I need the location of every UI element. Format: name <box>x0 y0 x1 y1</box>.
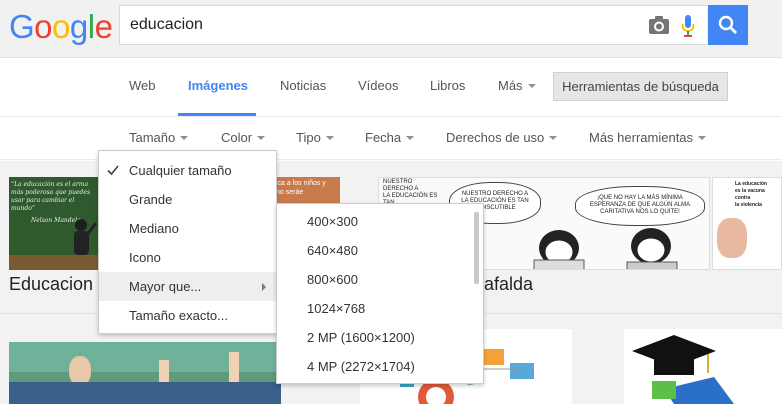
chevron-down-icon <box>549 136 558 140</box>
quote-line: mundo” <box>11 205 35 212</box>
logo-letter: G <box>9 8 35 45</box>
search-header: Google <box>0 0 782 58</box>
result-image-graduation-cap[interactable] <box>624 329 782 404</box>
chevron-right-icon <box>262 283 266 291</box>
chevron-down-icon <box>698 136 707 140</box>
submenu-option-800x600[interactable]: 800×600 <box>307 272 358 287</box>
filter-label: Color <box>221 130 253 145</box>
size-option-larger-than[interactable]: Mayor que... <box>99 272 276 301</box>
tab-more[interactable]: Más <box>498 78 536 93</box>
size-option-icon[interactable]: Icono <box>99 243 276 272</box>
filter-usage-rights[interactable]: Derechos de uso <box>446 130 558 145</box>
quote-line: más poderosa que puedes <box>11 189 91 196</box>
comic-line: NUESTRO DERECHO A <box>383 179 419 192</box>
tab-web[interactable]: Web <box>129 78 156 93</box>
caption-line: no seráe <box>276 189 304 196</box>
search-icon <box>718 15 737 34</box>
submenu-option-640x480[interactable]: 640×480 <box>307 243 358 258</box>
size-option-large[interactable]: Grande <box>99 185 276 214</box>
quote-line: usar para cambiar el <box>11 197 75 204</box>
google-logo[interactable]: Google <box>9 8 113 45</box>
filter-label: Tipo <box>296 130 321 145</box>
logo-letter: e <box>94 8 113 45</box>
caption-line: ica a los niños y <box>276 180 326 187</box>
classroom-wall <box>9 342 281 372</box>
active-tab-indicator <box>178 113 256 116</box>
logo-letter: l <box>87 8 95 45</box>
logo-letter: g <box>69 8 88 45</box>
filter-label: Más herramientas <box>589 130 694 145</box>
tab-images[interactable]: Imágenes <box>188 78 248 93</box>
larger-than-submenu: 400×300 640×480 800×600 1024×768 2 MP (1… <box>276 203 484 384</box>
quote-line: “La educación es el arma <box>11 181 89 188</box>
filter-label: Derechos de uso <box>446 130 545 145</box>
poster-text: La educación es la vacuna contra la viol… <box>735 181 781 209</box>
result-title[interactable]: Educacion <box>9 274 93 295</box>
search-box <box>119 5 707 45</box>
chevron-down-icon <box>180 136 189 140</box>
size-dropdown-menu: Cualquier tamaño Grande Mediano Icono Ma… <box>98 150 277 334</box>
result-image-classroom[interactable] <box>9 342 281 404</box>
thumb-caption: ica a los niños y no seráe <box>276 179 340 197</box>
tab-books[interactable]: Libros <box>430 78 465 93</box>
bubble-line: ¡QUE NO HAY LA MÁS MÍNIMA <box>597 195 683 201</box>
filter-date[interactable]: Fecha <box>365 130 415 145</box>
logo-letter: o <box>52 8 70 45</box>
size-option-label: Icono <box>129 250 161 265</box>
submenu-scrollbar[interactable] <box>474 212 479 284</box>
chevron-down-icon <box>406 136 415 140</box>
poster-figure <box>717 218 747 258</box>
size-option-exact[interactable]: Tamaño exacto... <box>99 301 276 330</box>
microphone-icon[interactable] <box>681 14 695 38</box>
tab-videos[interactable]: Vídeos <box>358 78 398 93</box>
students <box>9 382 281 404</box>
floor <box>9 255 101 270</box>
submenu-option-1024x768[interactable]: 1024×768 <box>307 301 365 316</box>
poster-line: la violencia <box>735 202 762 208</box>
filter-more-tools[interactable]: Más herramientas <box>589 130 707 145</box>
filter-size[interactable]: Tamaño <box>129 130 189 145</box>
size-option-label: Cualquier tamaño <box>129 163 232 178</box>
poster-line: La educación <box>735 181 767 187</box>
chevron-down-icon <box>257 136 266 140</box>
search-button[interactable] <box>708 5 748 45</box>
speech-bubble: ¡QUE NO HAY LA MÁS MÍNIMA ESPERANZA DE Q… <box>575 186 705 226</box>
search-tools-button[interactable]: Herramientas de búsqueda <box>553 72 728 101</box>
size-option-label: Mayor que... <box>129 279 202 294</box>
tab-more-label: Más <box>498 78 523 93</box>
check-icon <box>107 165 119 176</box>
camera-icon[interactable] <box>648 15 670 35</box>
size-option-any[interactable]: Cualquier tamaño <box>99 156 276 185</box>
size-option-label: Mediano <box>129 221 179 236</box>
tab-news[interactable]: Noticias <box>280 78 326 93</box>
submenu-option-400x300[interactable]: 400×300 <box>307 214 358 229</box>
poster-line: es la vacuna <box>735 188 765 194</box>
search-tabs: Web Imágenes Noticias Vídeos Libros Más … <box>0 59 782 117</box>
submenu-option-2mp[interactable]: 2 MP (1600×1200) <box>307 330 415 345</box>
result-image-chalkboard[interactable]: “La educación es el arma más poderosa qu… <box>9 177 101 270</box>
filter-type[interactable]: Tipo <box>296 130 334 145</box>
filter-label: Tamaño <box>129 130 176 145</box>
size-option-medium[interactable]: Mediano <box>99 214 276 243</box>
logo-letter: o <box>34 8 53 45</box>
chevron-down-icon <box>527 84 536 88</box>
graduation-cap-icon <box>632 335 734 404</box>
bubble-line: ESPERANZA DE QUE ALGÚN ALMA <box>589 202 691 208</box>
filter-color[interactable]: Color <box>221 130 266 145</box>
size-option-label: Grande <box>129 192 173 207</box>
filter-label: Fecha <box>365 130 402 145</box>
google-images-page: Google Web Imágen <box>0 0 782 404</box>
result-image-poster[interactable]: La educación es la vacuna contra la viol… <box>712 177 782 270</box>
size-option-label: Tamaño exacto... <box>129 308 228 323</box>
poster-line: contra <box>735 195 751 201</box>
bubble-line: NUESTRO DERECHO A <box>461 191 529 197</box>
submenu-option-4mp[interactable]: 4 MP (2272×1704) <box>307 359 415 374</box>
bubble-line: CARITATIVA NOS LO QUITE! <box>600 209 680 215</box>
chevron-down-icon <box>325 136 334 140</box>
result-title[interactable]: afalda <box>484 274 533 295</box>
comic-characters <box>533 228 678 269</box>
search-input[interactable] <box>130 6 630 44</box>
